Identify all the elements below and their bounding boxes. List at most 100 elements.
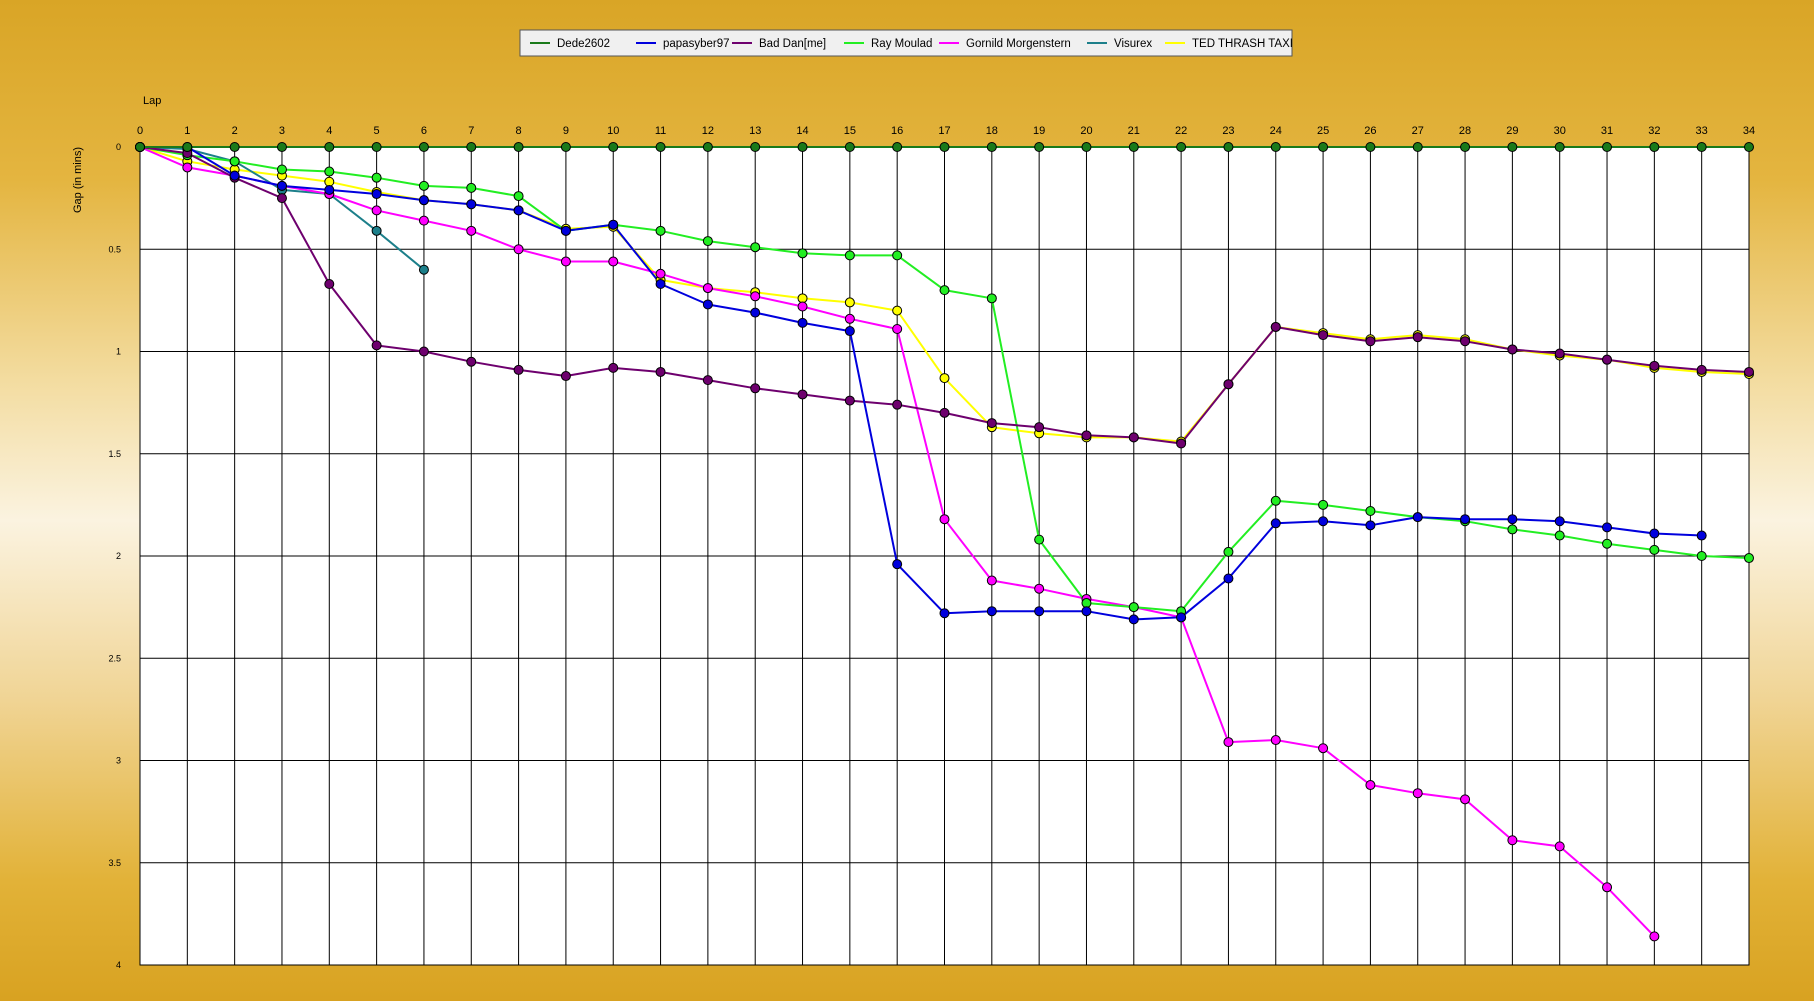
point-ray-moulad: [892, 250, 903, 261]
point-bad-dan-me: [513, 364, 524, 375]
point-gornild-morgenstern: [608, 256, 619, 267]
point-ted-thrash-taxi: [324, 176, 335, 187]
x-tick-label: 0: [137, 125, 143, 137]
x-tick-label: 24: [1270, 125, 1282, 137]
point-ray-moulad: [418, 180, 429, 191]
point-papasyber97: [1602, 522, 1613, 533]
point-ray-moulad: [1554, 530, 1565, 541]
y-tick-label: 2.5: [108, 653, 121, 663]
x-tick-label: 32: [1648, 125, 1660, 137]
x-tick-label: 1: [184, 125, 190, 137]
point-dede2602: [513, 142, 524, 152]
point-dede2602: [797, 142, 808, 152]
x-axis-title: Lap: [143, 95, 161, 107]
point-dede2602: [1649, 142, 1660, 152]
x-tick-label: 8: [516, 125, 522, 137]
point-gornild-morgenstern: [371, 205, 382, 216]
point-papasyber97: [1365, 520, 1376, 531]
point-papasyber97: [1223, 573, 1234, 584]
x-tick-label: 17: [938, 125, 950, 137]
point-gornild-morgenstern: [702, 283, 713, 294]
point-papasyber97: [466, 199, 477, 210]
point-gornild-morgenstern: [797, 301, 808, 312]
x-tick-label: 27: [1412, 125, 1424, 137]
point-papasyber97: [797, 317, 808, 328]
point-dede2602: [986, 142, 997, 152]
point-bad-dan-me: [276, 193, 287, 204]
point-bad-dan-me: [560, 371, 571, 382]
point-papasyber97: [892, 559, 903, 570]
point-bad-dan-me: [1128, 432, 1139, 443]
point-dede2602: [1270, 142, 1281, 152]
point-papasyber97: [276, 180, 287, 191]
point-dede2602: [892, 142, 903, 152]
point-papasyber97: [513, 205, 524, 216]
point-gornild-morgenstern: [1554, 841, 1565, 852]
point-visurex: [418, 264, 429, 275]
point-papasyber97: [1128, 614, 1139, 625]
point-gornild-morgenstern: [418, 215, 429, 226]
point-papasyber97: [1412, 512, 1423, 523]
point-dede2602: [135, 142, 145, 152]
point-ray-moulad: [1318, 499, 1329, 510]
x-tick-label: 13: [749, 125, 761, 137]
point-gornild-morgenstern: [1602, 882, 1613, 893]
point-bad-dan-me: [1460, 336, 1471, 347]
point-gornild-morgenstern: [1460, 794, 1471, 805]
point-gornild-morgenstern: [1034, 583, 1045, 594]
y-tick-label: 0: [116, 142, 121, 152]
x-tick-label: 34: [1743, 125, 1755, 137]
point-dede2602: [560, 142, 571, 152]
x-tick-label: 22: [1175, 125, 1187, 137]
x-tick-label: 12: [702, 125, 714, 137]
x-tick-label: 10: [607, 125, 619, 137]
point-gornild-morgenstern: [655, 268, 666, 279]
point-bad-dan-me: [986, 418, 997, 429]
point-ray-moulad: [1696, 551, 1707, 561]
point-ray-moulad: [844, 250, 855, 261]
point-dede2602: [1365, 142, 1376, 152]
point-bad-dan-me: [324, 279, 335, 290]
point-dede2602: [276, 142, 287, 152]
point-ray-moulad: [229, 156, 240, 167]
point-bad-dan-me: [1365, 336, 1376, 347]
x-tick-label: 9: [563, 125, 569, 137]
point-bad-dan-me: [702, 375, 713, 386]
y-tick-label: 1: [116, 347, 121, 357]
point-gornild-morgenstern: [1318, 743, 1329, 754]
x-tick-label: 6: [421, 125, 427, 137]
point-ray-moulad: [1034, 534, 1045, 545]
point-dede2602: [1696, 142, 1707, 152]
point-bad-dan-me: [608, 362, 619, 373]
point-ray-moulad: [324, 166, 335, 177]
x-tick-label: 15: [844, 125, 856, 137]
point-ray-moulad: [750, 242, 761, 253]
point-ray-moulad: [986, 293, 997, 304]
point-bad-dan-me: [1081, 430, 1092, 441]
point-ray-moulad: [466, 182, 477, 193]
lap-gap-chart: 0 1 2 3 4 5 6 7 8 9 10 11 12 13 14 15 16 17 18 19 20 21 22 23 24…: [72, 29, 1755, 970]
point-dede2602: [466, 142, 477, 152]
point-dede2602: [1081, 142, 1092, 152]
point-gornild-morgenstern: [1223, 737, 1234, 748]
point-bad-dan-me: [1602, 354, 1613, 365]
point-dede2602: [939, 142, 950, 152]
point-ray-moulad: [1128, 602, 1139, 613]
legend-label-gornild-morgenstern: Gornild Morgenstern: [966, 38, 1071, 50]
point-bad-dan-me: [1507, 344, 1518, 355]
point-bad-dan-me: [892, 399, 903, 410]
point-ray-moulad: [276, 164, 287, 175]
point-dede2602: [1034, 142, 1045, 152]
point-bad-dan-me: [371, 340, 382, 351]
point-gornild-morgenstern: [750, 291, 761, 302]
point-gornild-morgenstern: [466, 225, 477, 236]
point-gornild-morgenstern: [1270, 735, 1281, 746]
point-ray-moulad: [1365, 506, 1376, 517]
y-tick-labels: 0 0.5 1 1.5 2 2.5 3 3.5 4: [108, 142, 121, 970]
x-tick-label: 30: [1554, 125, 1566, 137]
point-ray-moulad: [1649, 544, 1660, 555]
point-gornild-morgenstern: [560, 256, 571, 267]
point-gornild-morgenstern: [1412, 788, 1423, 799]
y-tick-label: 0.5: [108, 244, 121, 254]
point-bad-dan-me: [1696, 364, 1707, 375]
